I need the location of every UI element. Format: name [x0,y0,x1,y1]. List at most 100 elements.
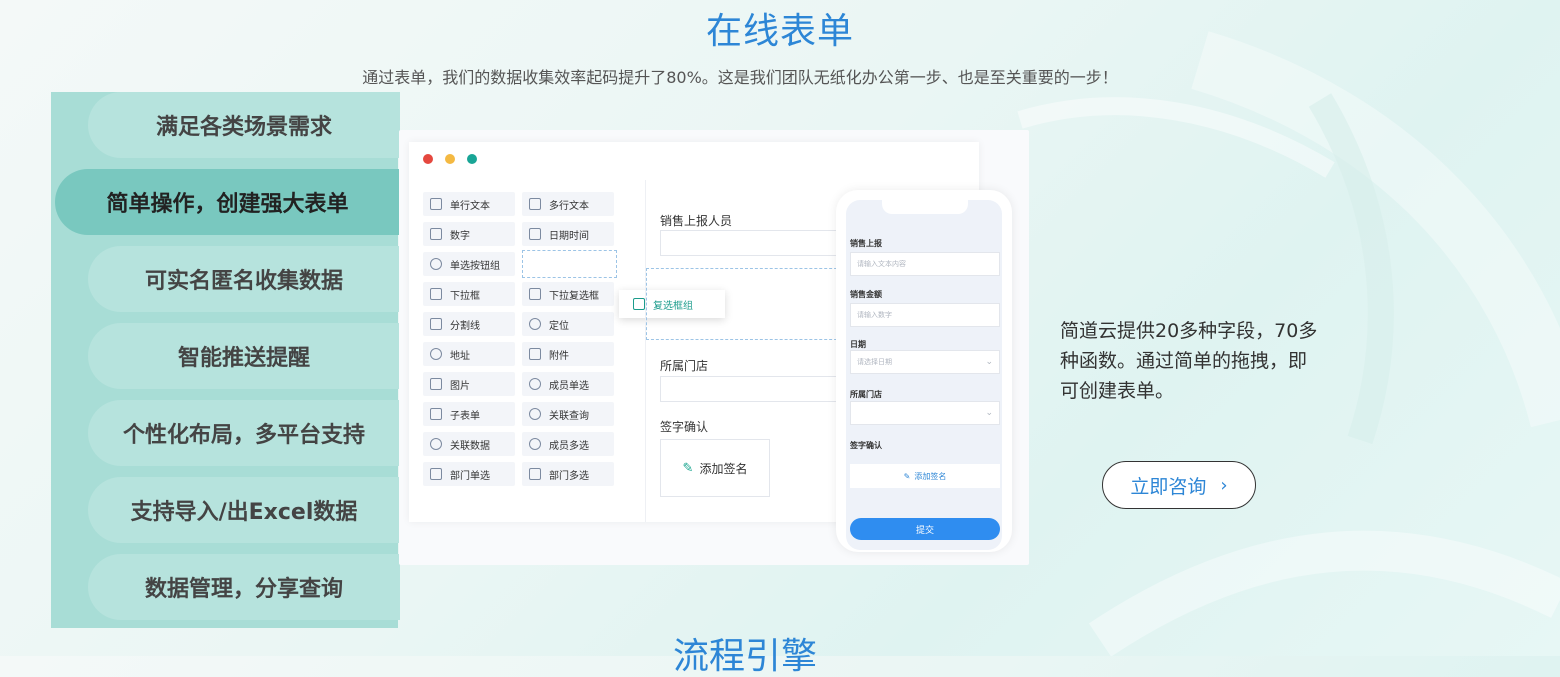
tab-anonymous-collection[interactable]: 可实名匿名收集数据 [88,246,400,312]
tab-scenarios[interactable]: 满足各类场景需求 [88,92,400,158]
tab-smart-reminders[interactable]: 智能推送提醒 [88,323,400,389]
phone-input-sales-amount[interactable]: 请输入数字 [850,303,1000,327]
palette-drop-placeholder [522,250,617,278]
chevron-down-icon: ⌄ [985,357,993,367]
palette-item-label: 关联数据 [450,440,490,452]
drop-target-zone [646,268,847,340]
tab-data-management[interactable]: 数据管理，分享查询 [88,554,400,620]
minimize-dot-icon [445,154,455,164]
phone-store-select[interactable]: ⌄ [850,401,1000,425]
pen-icon: ✎ [903,471,911,481]
palette-item-label: 下拉复选框 [549,290,599,302]
phone-date-placeholder: 请选择日期 [857,358,892,366]
palette-item-members[interactable]: 成员多选 [522,432,614,456]
tab-easy-form-builder[interactable]: 简单操作，创建强大表单 [55,169,400,235]
palette-item-attachment[interactable]: 附件 [522,342,614,366]
phone-input-sales-report[interactable]: 请输入文本内容 [850,252,1000,276]
reporter-label: 销售上报人员 [660,214,733,228]
palette-item-label: 关联查询 [549,410,589,422]
store-input[interactable] [660,376,848,402]
maximize-dot-icon [467,154,477,164]
close-dot-icon [423,154,433,164]
address-icon [430,348,442,360]
tab-excel-import-export[interactable]: 支持导入/出Excel数据 [88,477,400,543]
tab-custom-layout[interactable]: 个性化布局，多平台支持 [88,400,400,466]
add-signature-button[interactable]: ✎ 添加签名 [660,439,770,497]
palette-item-label: 附件 [549,350,569,362]
phone-screen: 销售上报 请输入文本内容 销售金额 请输入数字 日期 请选择日期 ⌄ 所属门店 … [846,200,1002,550]
section-subtitle: 通过表单，我们的数据收集效率起码提升了80%。这是我们团队无纸化办公第一步、也是… [362,68,1118,87]
link-query-icon [529,408,541,420]
phone-label-sales-amount: 销售金额 [850,290,882,299]
palette-item-link-query[interactable]: 关联查询 [522,402,614,426]
window-controls [423,154,477,164]
palette-item-location[interactable]: 定位 [522,312,614,336]
palette-item-divider[interactable]: 分割线 [423,312,515,336]
pen-icon: ✎ [682,460,694,476]
feature-description: 简道云提供20多种字段，70多种函数。通过简单的拖拽，即可创建表单。 [1060,320,1318,402]
palette-item-textarea[interactable]: 多行文本 [522,192,614,216]
subform-icon [430,408,442,420]
attachment-icon [529,348,541,360]
palette-item-label: 单选按钮组 [450,260,500,272]
palette-item-text[interactable]: 单行文本 [423,192,515,216]
palette-item-subform[interactable]: 子表单 [423,402,515,426]
palette-item-member[interactable]: 成员单选 [522,372,614,396]
palette-item-dropdown[interactable]: 下拉框 [423,282,515,306]
consult-button[interactable]: 立即咨询 › [1102,461,1256,509]
radio-icon [430,258,442,270]
palette-item-number[interactable]: 数字 [423,222,515,246]
phone-date-select[interactable]: 请选择日期 ⌄ [850,350,1000,374]
palette-item-label: 定位 [549,320,569,332]
phone-submit-button[interactable]: 提交 [850,518,1000,540]
calendar-icon [529,228,541,240]
palette-item-label: 分割线 [450,320,480,332]
divider-icon [430,318,442,330]
palette-item-department[interactable]: 部门单选 [423,462,515,486]
palette-item-label: 多行文本 [549,200,589,212]
checkbox-icon [633,298,645,310]
text-field-icon [430,198,442,210]
palette-item-label: 图片 [450,380,470,392]
consult-button-label: 立即咨询 [1130,475,1207,498]
palette-item-label: 日期时间 [549,230,589,242]
phone-label-date: 日期 [850,340,866,349]
panel-divider [645,180,646,522]
palette-item-label: 成员单选 [549,380,589,392]
feature-tab-panel: 满足各类场景需求 简单操作，创建强大表单 可实名匿名收集数据 智能推送提醒 个性… [51,92,400,628]
departments-icon [529,468,541,480]
member-icon [529,378,541,390]
palette-item-label: 数字 [450,230,470,242]
palette-item-label: 地址 [450,350,470,362]
dropdown-checkbox-icon [529,288,541,300]
phone-preview: 销售上报 请输入文本内容 销售金额 请输入数字 日期 请选择日期 ⌄ 所属门店 … [836,190,1012,552]
department-icon [430,468,442,480]
palette-item-link-data[interactable]: 关联数据 [423,432,515,456]
palette-item-address[interactable]: 地址 [423,342,515,366]
members-icon [529,438,541,450]
phone-notch [882,200,968,214]
chevron-down-icon: ⌄ [985,408,993,418]
palette-item-datetime[interactable]: 日期时间 [522,222,614,246]
signature-label: 签字确认 [660,420,709,434]
store-label: 所属门店 [660,359,709,373]
location-icon [529,318,541,330]
image-icon [430,378,442,390]
palette-item-label: 下拉框 [450,290,480,302]
palette-item-label: 成员多选 [549,440,589,452]
phone-label-signature: 签字确认 [850,441,882,450]
section-title: 在线表单 [705,11,854,52]
palette-item-image[interactable]: 图片 [423,372,515,396]
phone-add-signature-label: 添加签名 [914,471,947,481]
palette-item-label: 子表单 [450,410,480,422]
chevron-right-icon: › [1220,474,1228,496]
phone-label-store: 所属门店 [850,390,882,399]
dropdown-icon [430,288,442,300]
palette-item-label: 单行文本 [450,200,490,212]
add-signature-label: 添加签名 [699,461,748,476]
phone-add-signature-button[interactable]: ✎ 添加签名 [850,464,1000,488]
reporter-input[interactable] [660,230,848,256]
palette-item-dropdown-checkbox[interactable]: 下拉复选框 [522,282,614,306]
palette-item-departments[interactable]: 部门多选 [522,462,614,486]
palette-item-radio[interactable]: 单选按钮组 [423,252,515,276]
